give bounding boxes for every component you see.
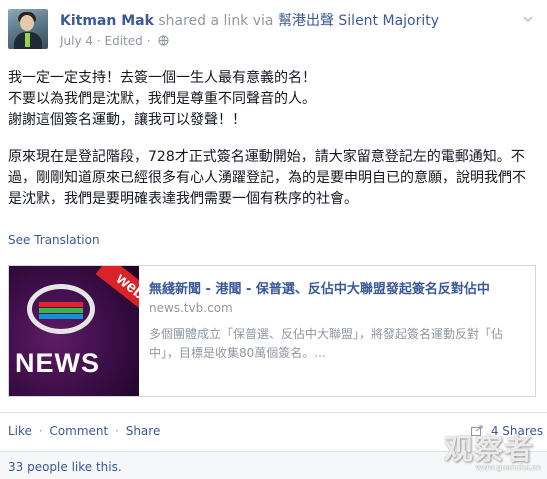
action-separator: ·	[38, 424, 43, 438]
post-date[interactable]: July 4	[60, 34, 93, 48]
edited-label[interactable]: Edited	[105, 34, 143, 48]
post-header: Kitman Mak shared a link via 幫港出聲 Silent…	[60, 11, 439, 31]
globe-icon[interactable]	[158, 35, 169, 46]
link-preview-thumbnail[interactable]: web NEWS	[9, 266, 139, 396]
watermark-logo: 观察者	[444, 432, 535, 466]
avatar-lanyard	[25, 33, 30, 47]
action-text: shared a link via	[158, 13, 274, 29]
meta-separator: ·	[96, 34, 101, 48]
facebook-post: Kitman Mak shared a link via 幫港出聲 Silent…	[0, 0, 547, 479]
chevron-down-icon[interactable]	[520, 11, 536, 27]
comment-button[interactable]: Comment	[49, 424, 108, 438]
post-body: 我一定一定支持！去簽一個一生人最有意義的名！ 不要以為我們是沈默，我們是尊重不同…	[8, 68, 538, 210]
post-paragraph: 謝謝這個簽名運動，讓我可以發聲！！	[8, 112, 246, 128]
author-name[interactable]: Kitman Mak	[60, 13, 154, 29]
avatar-face	[20, 15, 34, 31]
link-preview-domain: news.tvb.com	[149, 301, 233, 315]
tvb-logo-bar-red	[39, 302, 83, 307]
share-button[interactable]: Share	[126, 424, 161, 438]
meta-separator-2: ·	[146, 34, 151, 48]
tvb-logo-bar-blue	[39, 314, 83, 319]
link-preview-title[interactable]: 無綫新聞 - 港聞 - 保普選、反佔中大聯盟發起簽名反對佔中	[149, 281, 529, 299]
post-paragraph: 不要以為我們是沈默，我們是尊重不同聲音的人。	[8, 91, 316, 107]
actions-divider	[0, 412, 547, 413]
news-label: NEWS	[15, 348, 100, 378]
link-preview-description: 多個團體成立「保普選、反佔中大聯盟」，將發起簽名運動反對「佔中」，目標是收集80…	[149, 327, 504, 360]
post-paragraph: 我一定一定支持！去簽一個一生人最有意義的名！	[8, 70, 316, 86]
watermark-url: www.guancha.cn	[476, 463, 542, 472]
tvb-logo-bar-green	[39, 308, 83, 313]
action-separator: ·	[115, 424, 119, 438]
post-actions: Like · Comment · Share	[8, 422, 160, 440]
via-page-link[interactable]: 幫港出聲 Silent Majority	[278, 13, 439, 29]
post-paragraph: 原來現在是登記階段，728才正式簽名運動開始，請大家留意登記左的電郵通知。不過，…	[8, 149, 526, 207]
link-preview-card[interactable]: web NEWS 無綫新聞 - 港聞 - 保普選、反佔中大聯盟發起簽名反對佔中 …	[8, 265, 536, 397]
likes-summary[interactable]: 33 people like this.	[8, 459, 122, 475]
author-avatar[interactable]	[8, 9, 48, 49]
see-translation-link[interactable]: See Translation	[8, 231, 100, 249]
post-meta: July 4 · Edited ·	[60, 33, 169, 49]
like-button[interactable]: Like	[8, 424, 32, 438]
